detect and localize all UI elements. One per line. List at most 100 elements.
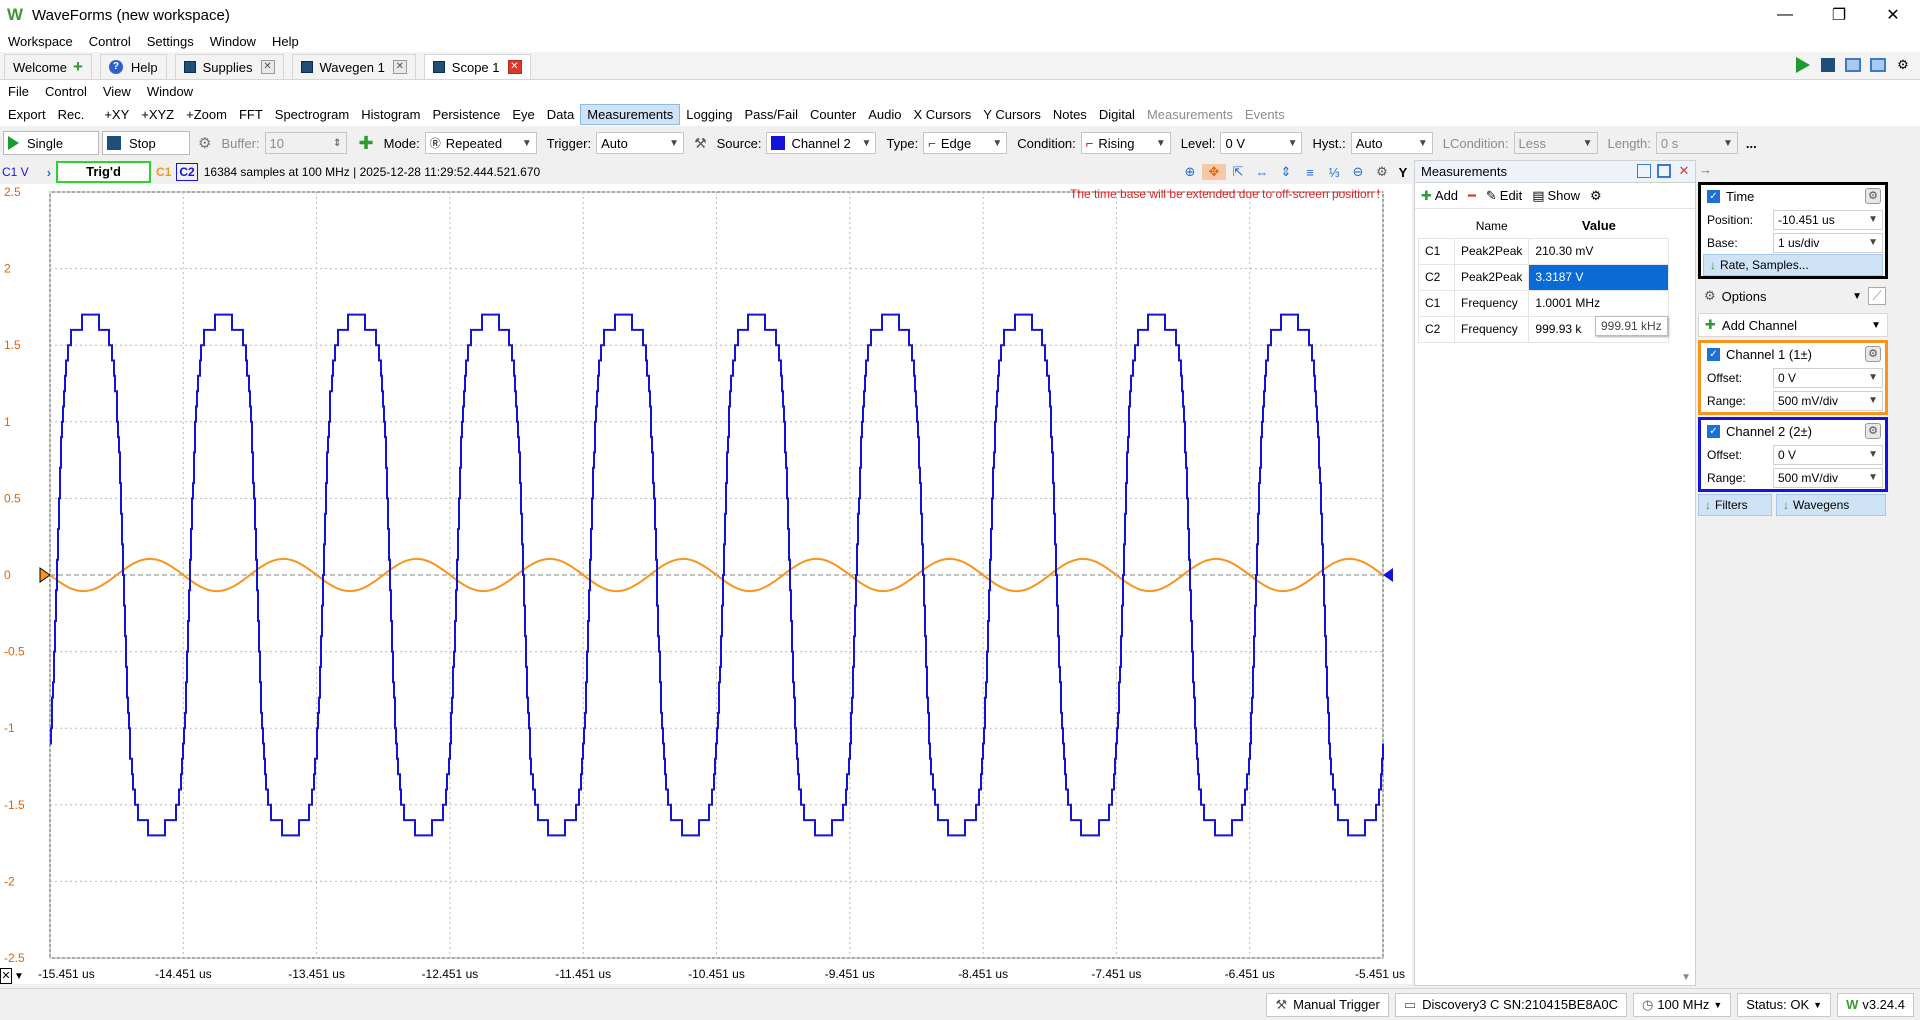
plus-icon[interactable]: + <box>73 58 83 75</box>
base-input[interactable]: 1 us/div ▼ <box>1773 232 1883 253</box>
add-channel-button[interactable]: ✚ Add Channel ▼ <box>1698 313 1888 337</box>
trigger-hammer-icon[interactable]: ⚒ <box>694 135 707 152</box>
y-axis-toggle-icon[interactable]: Y <box>1394 165 1412 180</box>
add-xy-button[interactable]: +XY <box>98 105 135 124</box>
length-select[interactable]: 0 s ▼ <box>1655 132 1738 154</box>
histogram-button[interactable]: Histogram <box>355 105 426 124</box>
checkbox-icon[interactable]: ✓ <box>1707 190 1720 203</box>
single-button[interactable]: Single <box>3 131 99 155</box>
channel2-header[interactable]: ✓ Channel 2 (2±) ⚙ <box>1701 420 1885 443</box>
scroll-down-icon[interactable]: ▼ <box>1681 972 1691 983</box>
notes-button[interactable]: Notes <box>1047 105 1093 124</box>
version-button[interactable]: W v3.24.4 <box>1837 992 1914 1017</box>
channel2-range-input[interactable]: 500 mV/div ▼ <box>1773 467 1883 488</box>
channel1-range-input[interactable]: 500 mV/div ▼ <box>1773 390 1883 411</box>
edit-measurement-button[interactable]: ✎ Edit <box>1486 188 1522 204</box>
buffer-spinbox[interactable]: 10 ⇕ <box>264 132 347 154</box>
device-button[interactable]: ▭ Discovery3 C SN:210415BE8A0C <box>1394 992 1627 1017</box>
rate-samples-button[interactable]: ↓ Rate, Samples... <box>1703 254 1883 276</box>
add-zoom-button[interactable]: +Zoom <box>180 105 233 124</box>
manual-trigger-button[interactable]: ⚒ Manual Trigger <box>1266 992 1389 1017</box>
rate-button[interactable]: ◷ 100 MHz ▼ <box>1632 992 1732 1017</box>
show-measurement-button[interactable]: ▤ Show <box>1532 188 1580 204</box>
chevron-right-icon[interactable]: › <box>47 165 51 180</box>
logging-button[interactable]: Logging <box>680 105 738 124</box>
level-select[interactable]: 0 V ▼ <box>1220 132 1303 154</box>
v-fit-icon[interactable]: ⇕ <box>1274 164 1298 180</box>
trigger-select[interactable]: Auto ▼ <box>596 132 685 154</box>
tab-wavegen-1[interactable]: Wavegen 1 ✕ <box>291 54 416 79</box>
edit-panel-icon[interactable]: ⟋ <box>1868 287 1886 305</box>
tab-scope-1[interactable]: Scope 1 ✕ <box>423 54 531 79</box>
menu-control[interactable]: Control <box>81 34 139 49</box>
x-cursors-button[interactable]: X Cursors <box>907 105 977 124</box>
close-panel-icon[interactable]: ✕ <box>1677 164 1691 178</box>
more-options-button[interactable]: ... <box>1746 136 1757 151</box>
data-button[interactable]: Data <box>541 105 580 124</box>
scope-menu-control[interactable]: Control <box>37 84 95 99</box>
measurement-settings-gear-icon[interactable]: ⚙ <box>1590 188 1602 204</box>
oscilloscope-plot[interactable]: 2.5 2 1.5 1 0.5 0 -0.5 -1 -1.5 -2 -2.5 -15.451 us -… <box>0 184 1412 984</box>
stop-button[interactable]: Stop <box>102 131 190 155</box>
table-row[interactable]: C1 Frequency 1.0001 MHz <box>1418 289 1670 317</box>
tab-help[interactable]: ? Help <box>99 54 167 79</box>
arrow-right-icon[interactable]: → <box>1699 162 1712 177</box>
time-settings-gear-icon[interactable]: ⚙ <box>1865 188 1881 204</box>
source-select[interactable]: Channel 2 ▼ <box>766 132 877 154</box>
x-axis-close-icon[interactable]: ✕ <box>0 968 12 984</box>
restore-panel-icon[interactable] <box>1637 164 1651 178</box>
record-button[interactable]: Rec. <box>52 105 91 124</box>
scope-menu-view[interactable]: View <box>95 84 139 99</box>
checkbox-icon[interactable]: ✓ <box>1707 348 1720 361</box>
options-row[interactable]: ⚙ Options ▼ ⟋ <box>1698 284 1888 308</box>
menu-workspace[interactable]: Workspace <box>0 34 81 49</box>
type-select[interactable]: ⌐ Edge ▼ <box>923 132 1008 154</box>
channel1-settings-gear-icon[interactable]: ⚙ <box>1865 346 1881 362</box>
minimize-button[interactable]: — <box>1758 0 1812 30</box>
y-cursors-button[interactable]: Y Cursors <box>977 105 1047 124</box>
restore-button[interactable]: ❐ <box>1812 0 1866 30</box>
zoom-in-icon[interactable]: ⊕ <box>1178 164 1202 180</box>
remove-measurement-icon[interactable]: ━ <box>1468 188 1476 204</box>
filters-button[interactable]: ↓ Filters <box>1698 494 1772 516</box>
channel1-offset-input[interactable]: 0 V ▼ <box>1773 367 1883 388</box>
time-header[interactable]: ✓ Time ⚙ <box>1701 185 1885 208</box>
status-button[interactable]: Status: OK ▼ <box>1737 992 1832 1017</box>
eye-button[interactable]: Eye <box>506 105 540 124</box>
position-input[interactable]: -10.451 us ▼ <box>1773 209 1883 230</box>
add-xyz-button[interactable]: +XYZ <box>135 105 180 124</box>
run-all-button[interactable] <box>1792 55 1814 75</box>
menu-help[interactable]: Help <box>264 34 307 49</box>
checkbox-icon[interactable]: ✓ <box>1707 425 1720 438</box>
tab-supplies[interactable]: Supplies ✕ <box>174 54 284 79</box>
condition-select[interactable]: ⌐ Rising ▼ <box>1080 132 1171 154</box>
scope-menu-file[interactable]: File <box>0 84 37 99</box>
h-fit-icon[interactable]: ⇔ <box>1250 165 1274 180</box>
persistence-button[interactable]: Persistence <box>426 105 506 124</box>
add-measurement-button[interactable]: ✚ Add <box>1421 188 1458 204</box>
close-icon[interactable]: ✕ <box>507 60 522 74</box>
mode-select[interactable]: Ⓡ Repeated ▼ <box>424 132 537 154</box>
cascade-windows-button[interactable] <box>1842 55 1864 75</box>
pan-icon[interactable]: ✥ <box>1202 164 1226 180</box>
add-plus-icon[interactable]: ✚ <box>359 133 374 154</box>
pass-fail-button[interactable]: Pass/Fail <box>739 105 804 124</box>
plot-canvas[interactable]: 2.521.510.50-0.5-1-1.5-2-2.5 -15.451 us -… <box>0 184 1412 984</box>
stop-all-button[interactable] <box>1817 55 1839 75</box>
spectrogram-button[interactable]: Spectrogram <box>269 105 355 124</box>
align-icon[interactable]: ≡ <box>1298 165 1322 180</box>
row-value-selected[interactable]: 3.3187 V <box>1528 263 1670 291</box>
close-icon[interactable]: ✕ <box>260 60 275 74</box>
fft-button[interactable]: FFT <box>233 105 269 124</box>
settings-gear-icon[interactable]: ⚙ <box>198 134 211 152</box>
ch1-indicator[interactable]: C1 <box>156 165 171 179</box>
channel2-settings-gear-icon[interactable]: ⚙ <box>1865 423 1881 439</box>
menu-settings[interactable]: Settings <box>139 34 202 49</box>
hyst-select[interactable]: Auto ▼ <box>1350 132 1433 154</box>
table-row[interactable]: C2 Peak2Peak 3.3187 V <box>1418 263 1670 291</box>
close-button[interactable]: ✕ <box>1866 0 1920 30</box>
cursor-icon[interactable]: ⇱ <box>1226 164 1250 180</box>
channel1-header[interactable]: ✓ Channel 1 (1±) ⚙ <box>1701 343 1885 366</box>
more-windows-button[interactable]: ⚙ <box>1892 55 1914 75</box>
close-icon[interactable]: ✕ <box>392 60 407 74</box>
